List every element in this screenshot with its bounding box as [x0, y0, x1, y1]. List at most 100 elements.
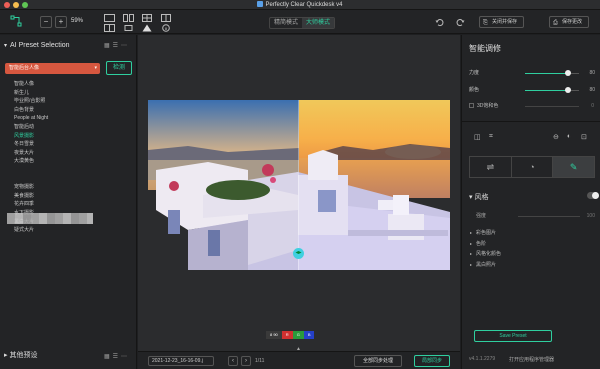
- saturation-3d-track[interactable]: [525, 106, 579, 107]
- preset-item[interactable]: 疑式大片: [14, 226, 132, 235]
- zoom-in-button[interactable]: +: [55, 16, 67, 28]
- slider-value: 80: [589, 87, 595, 93]
- right-panel: 智能调修 力度 80 颜色 80 3D饱和色 0 ◫ ⌗ ⊖ ◐ ⊡ ⇌ ◔ ✎…: [461, 35, 600, 369]
- split-view-icon[interactable]: [103, 23, 115, 32]
- preset-select[interactable]: 智能后台人像 ▾: [5, 63, 100, 74]
- checkbox-label: 3D饱和色: [477, 103, 499, 109]
- grid-icon[interactable]: [141, 13, 153, 22]
- strength-label: 强度: [476, 213, 487, 219]
- style-title: 风格: [474, 194, 489, 201]
- preset-list: 智能人像 新生儿 毕业照/合影照 白色背景 People at Night 智能后动 风景摄…: [14, 80, 132, 235]
- window-titlebar: Perfectly Clear Quickdesk v4: [0, 0, 600, 10]
- preset-item[interactable]: 大漠黄色: [14, 157, 132, 166]
- preset-item[interactable]: [14, 175, 132, 184]
- preset-item[interactable]: 新生儿: [14, 89, 132, 98]
- undo-icon[interactable]: [434, 17, 444, 27]
- style-strength-slider[interactable]: 强度 100: [476, 212, 595, 220]
- color-slider[interactable]: 颜色 80: [469, 86, 595, 94]
- toolbar: − + 59% 精简模式 大师模式 ⎘ 关闭并保存 ⎙ 保存更改: [0, 10, 600, 34]
- style-item[interactable]: ▸ 彩色图片: [470, 228, 501, 239]
- style-toggle[interactable]: [587, 192, 599, 199]
- ai-preset-title: AI Preset Selection: [10, 42, 70, 49]
- style-item-label: 色阶: [476, 240, 487, 247]
- next-image-button[interactable]: ›: [241, 356, 251, 366]
- style-item-label: 黑白照片: [476, 261, 497, 268]
- crop-icon[interactable]: ⌗: [489, 133, 493, 141]
- tab-palette-icon[interactable]: ◔: [512, 157, 554, 177]
- slider-value: 80: [589, 70, 595, 76]
- preview-photo[interactable]: ◂▸: [148, 100, 450, 270]
- preset-item[interactable]: 美食摄影: [14, 192, 132, 201]
- style-section-header[interactable]: ▾ 风格: [469, 192, 488, 202]
- slider-track[interactable]: [525, 70, 579, 76]
- redo-icon[interactable]: [455, 17, 465, 27]
- image-select[interactable]: 2021-12-23_16-16-09.j: [148, 356, 214, 366]
- detect-button[interactable]: 检测: [106, 61, 132, 75]
- tab-style-icon[interactable]: ✎: [553, 157, 595, 177]
- before-after-icon[interactable]: [160, 13, 172, 22]
- other-presets-label: 其他预设: [9, 352, 38, 359]
- histogram-readout: 8 90 R G B: [266, 331, 315, 339]
- preset-item[interactable]: 智能后动: [14, 123, 132, 132]
- preset-item[interactable]: 夜景大片: [14, 149, 132, 158]
- other-presets-header[interactable]: ▸ 其他预设: [4, 350, 37, 360]
- preset-item[interactable]: 白色背景: [14, 106, 132, 115]
- close-and-save-button[interactable]: ⎘ 关闭并保存: [479, 16, 525, 28]
- sync-all-button[interactable]: 全部同步处理: [354, 355, 402, 367]
- slider-track[interactable]: [525, 87, 579, 93]
- checkbox-box[interactable]: [469, 103, 474, 108]
- slider-fill: [525, 72, 569, 74]
- preset-item[interactable]: 花卉四季: [14, 200, 132, 209]
- save-changes-button[interactable]: ⎙ 保存更改: [549, 16, 590, 28]
- preset-item[interactable]: [14, 166, 132, 175]
- tab-master-mode[interactable]: 大师模式: [302, 18, 335, 28]
- save-preset-button[interactable]: Save Preset: [474, 330, 552, 342]
- other-presets-icons[interactable]: ▦☰⋯: [104, 353, 130, 360]
- preset-item[interactable]: 冬日雪景: [14, 140, 132, 149]
- preset-item[interactable]: 宠物摄影: [14, 183, 132, 192]
- compare-icon[interactable]: ◫: [474, 133, 481, 141]
- slider-knob[interactable]: [565, 87, 572, 93]
- chevron-right-icon: ▸: [470, 261, 473, 267]
- saturation-3d-checkbox[interactable]: 3D饱和色: [469, 103, 498, 110]
- style-item[interactable]: ▸ 风格化颜色: [470, 249, 501, 260]
- slider-fill: [525, 89, 569, 91]
- tab-sliders-icon[interactable]: ⇌: [470, 157, 512, 177]
- zoom-out-button[interactable]: −: [40, 16, 52, 28]
- flip-icon[interactable]: ⊡: [581, 133, 587, 141]
- adjust-tabs: ⇌ ◔ ✎: [469, 156, 595, 178]
- histogram-channel: G: [292, 331, 304, 339]
- info-icon[interactable]: [160, 23, 172, 32]
- slider-knob[interactable]: [565, 70, 572, 76]
- print-icon[interactable]: ⊖: [553, 133, 559, 141]
- rotate-icon[interactable]: ◐: [567, 133, 571, 140]
- tab-precise-mode[interactable]: 精简模式: [270, 18, 302, 28]
- image-canvas: ◂▸ 8 90 R G B ▲ 2021-12-23_16-16-09.j ‹ › 1…: [138, 35, 460, 369]
- strength-track[interactable]: [518, 215, 580, 217]
- crop-frame-icon[interactable]: [122, 23, 134, 32]
- chevron-right-icon: ▸: [470, 240, 473, 246]
- panel-view-icons[interactable]: ▦☰⋯: [104, 42, 130, 49]
- window-title: Perfectly Clear Quickdesk v4: [0, 1, 600, 8]
- local-sync-button[interactable]: 局部同步: [414, 355, 450, 367]
- prev-image-button[interactable]: ‹: [228, 356, 238, 366]
- compare-view-icon[interactable]: [122, 13, 134, 22]
- nodes-icon[interactable]: [9, 14, 23, 28]
- preset-item[interactable]: 智能人像: [14, 80, 132, 89]
- single-view-icon[interactable]: [103, 13, 115, 22]
- preset-item[interactable]: 毕业照/合影照: [14, 97, 132, 106]
- version-label: v4.1.1.2279: [469, 356, 496, 362]
- open-manager-link[interactable]: 打开应用程序管理器: [509, 356, 554, 363]
- preset-item[interactable]: 风景摄影: [14, 132, 132, 141]
- warning-icon[interactable]: [141, 23, 153, 32]
- strength-slider[interactable]: 力度 80: [469, 69, 595, 77]
- compare-split-line[interactable]: [298, 100, 299, 270]
- split-handle-icon[interactable]: ◂▸: [293, 248, 304, 259]
- chevron-down-icon: ▾: [4, 43, 8, 49]
- style-item[interactable]: ▸ 色阶: [470, 239, 501, 250]
- preset-item[interactable]: People at Night: [14, 114, 132, 123]
- style-item-label: 彩色图片: [476, 230, 497, 236]
- window-title-text: Perfectly Clear Quickdesk v4: [265, 2, 343, 8]
- ai-preset-header[interactable]: ▾ AI Preset Selection: [4, 42, 70, 49]
- style-item[interactable]: ▸ 黑白照片: [470, 260, 501, 271]
